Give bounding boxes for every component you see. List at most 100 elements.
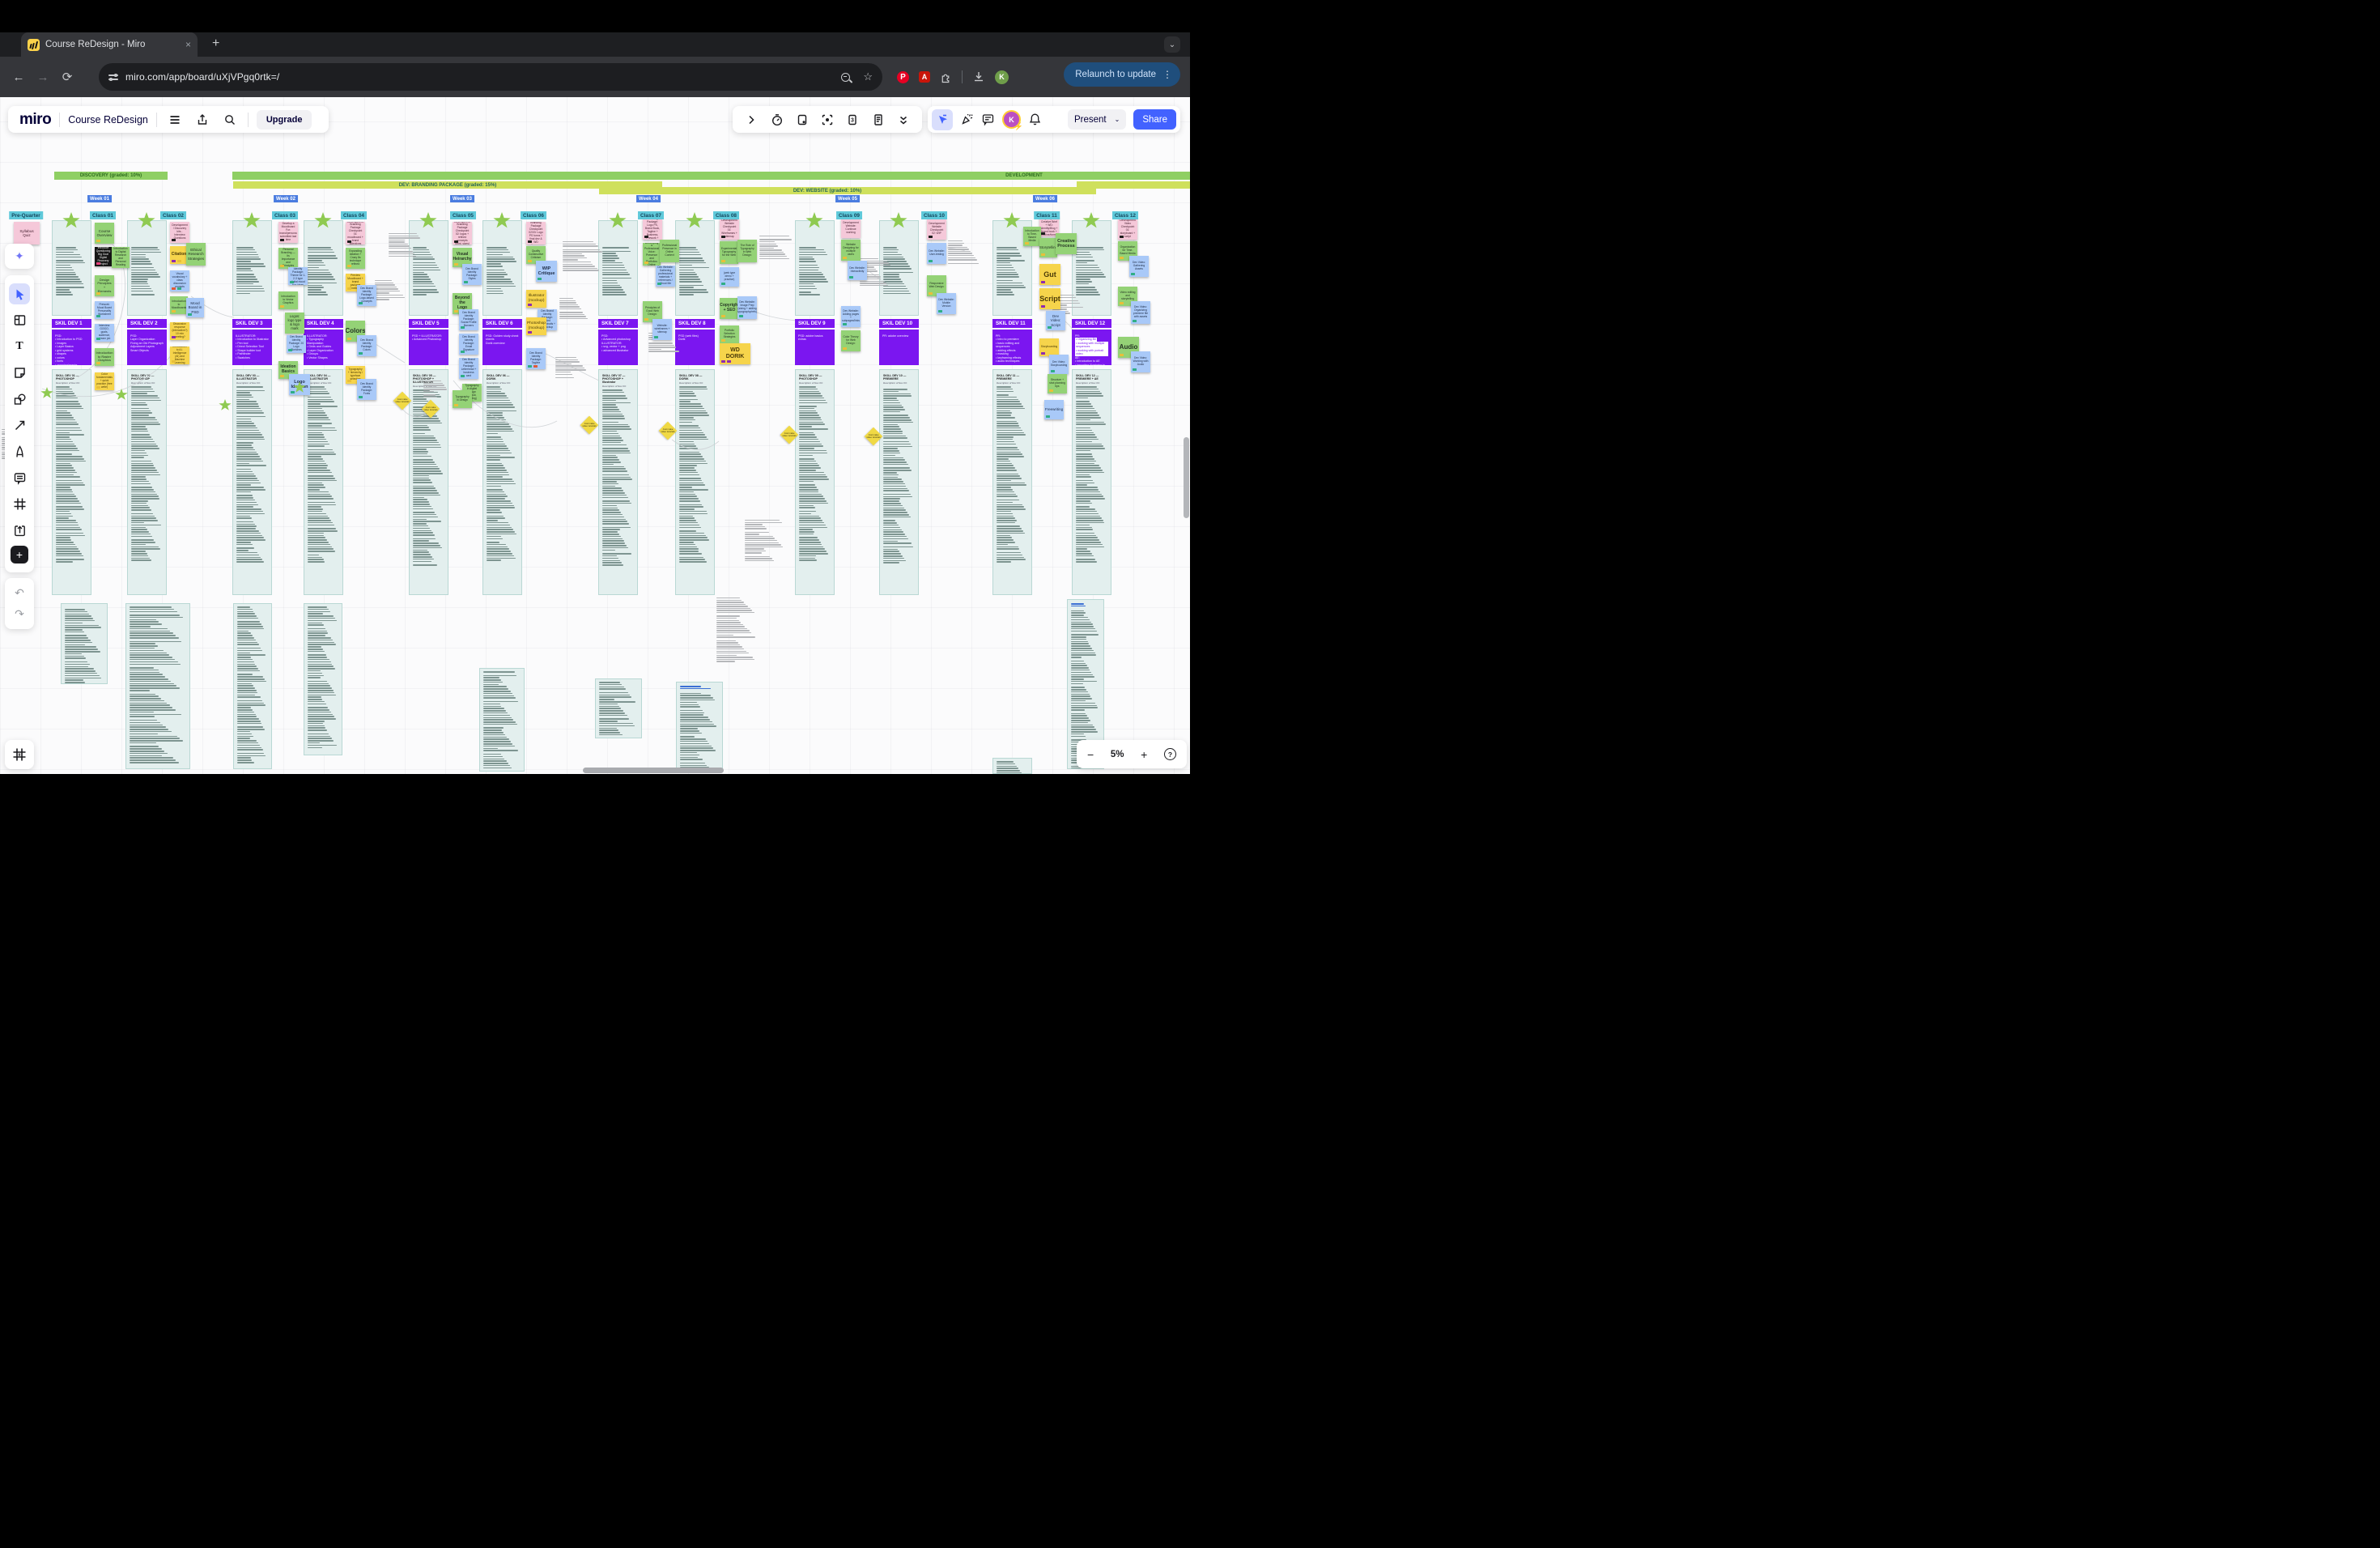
reactions-icon[interactable] xyxy=(960,113,974,126)
sticky-note[interactable]: Dev Website: Interactivity xyxy=(848,261,867,280)
browser-menu-icon[interactable]: ⋮ xyxy=(1162,69,1172,80)
shapes-tool[interactable] xyxy=(9,389,30,410)
skil-dev-header[interactable]: SKIL DEV 6 xyxy=(482,319,522,328)
sticky-note[interactable]: Portfolio Selection Strategies xyxy=(720,325,739,343)
reload-button[interactable]: ⟳ xyxy=(55,70,79,84)
follow-cursor-icon[interactable] xyxy=(932,109,953,130)
feedback-icon[interactable] xyxy=(981,113,995,126)
user-avatar[interactable]: K⚡ xyxy=(1002,110,1021,129)
timer-icon[interactable] xyxy=(771,113,784,126)
sticky-note[interactable]: Development Branding Package Checkpoint … xyxy=(453,222,472,245)
new-tab-button[interactable]: + xyxy=(212,36,219,51)
class-label[interactable]: Class 11 xyxy=(1034,211,1060,219)
zoom-level[interactable]: 5% xyxy=(1111,750,1124,759)
sticky-note[interactable]: Dev Brand Identity Package: Letterhead +… xyxy=(459,358,478,379)
sticky-note[interactable]: Discussion response (interactive?) 10 mi… xyxy=(170,322,189,340)
sticky-note[interactable]: Expanding Ideation + Crazy 8s technique … xyxy=(346,248,365,269)
handwriting-note[interactable] xyxy=(423,381,451,400)
sticky-note[interactable]: Dev Brand Identity Package: Social Profi… xyxy=(459,309,478,330)
sticky-note[interactable]: Dev Website: Gathering professional mate… xyxy=(656,266,675,287)
notes-icon[interactable] xyxy=(872,113,885,126)
sticky-note[interactable]: Dev Brand Identity Package: Colors xyxy=(357,335,376,356)
sticky-note[interactable]: WD DORIK xyxy=(720,343,750,364)
sticky-note[interactable]: Personal Branding — Its Importance and P… xyxy=(278,248,298,269)
class-label[interactable]: Class 12 xyxy=(1112,211,1138,219)
main-menu-icon[interactable] xyxy=(165,110,185,130)
sticky-note[interactable]: Develop a Moodboard For: brand/persona s… xyxy=(278,222,298,243)
sticky-note[interactable]: Creative Process xyxy=(1056,233,1077,254)
skil-dev-header[interactable]: SKIL DEV 2 xyxy=(127,319,167,328)
horizontal-scrollbar[interactable] xyxy=(583,768,724,773)
sticky-note[interactable]: Dev Video: Working with Audio xyxy=(1131,351,1150,372)
sticky-note[interactable]: Color fundamentals + quick practice (fre… xyxy=(95,372,114,390)
week-label[interactable]: Week 04 xyxy=(636,195,661,202)
sticky-note[interactable]: Dev Brand Identity Package: Logo-based c… xyxy=(357,285,376,306)
sticky-note[interactable]: Dev Video: Script xyxy=(1046,311,1065,330)
skil-dev-body[interactable]: PR:• Organizing file• working with multi… xyxy=(1072,330,1111,365)
handwriting-note[interactable] xyxy=(555,357,588,381)
class-label[interactable]: Class 08 xyxy=(713,211,739,219)
skil-dev-body[interactable]: PSD:• Introduction to PSD• Images• Layer… xyxy=(52,330,91,365)
templates-tool[interactable] xyxy=(9,310,30,331)
week-label[interactable]: Week 03 xyxy=(450,195,474,202)
skil-dev-header[interactable]: SKIL DEV 1 xyxy=(52,319,91,328)
class-label[interactable]: Class 04 xyxy=(341,211,367,219)
browser-tab[interactable]: Course ReDesign - Miro × xyxy=(21,32,198,57)
sticky-note[interactable]: Script xyxy=(1039,288,1060,309)
handwriting-note[interactable] xyxy=(389,233,423,257)
sticky-note[interactable]: Dev Website: Adding pages + subpages/lin… xyxy=(841,306,861,327)
skil-dev-body[interactable]: PSD + ILLUSTRATOR:• Advanced Photoshop xyxy=(409,330,448,365)
sticky-note[interactable]: Illustrator (mockup) xyxy=(526,290,546,308)
sticky-note[interactable]: Development Video Checkpoint 01: storybo… xyxy=(1118,219,1137,240)
class-label[interactable]: Class 05 xyxy=(450,211,476,219)
address-bar[interactable]: miro.com/app/board/uXjVPgq0rtk=/ ☆ xyxy=(99,63,882,91)
more-tools-chevrons-icon[interactable] xyxy=(897,113,910,126)
sticky-note-tool[interactable] xyxy=(9,363,30,384)
sticky-note[interactable]: Website Designing for multiple users xyxy=(841,240,861,261)
sticky-note[interactable]: Website: wireframes + sitemap xyxy=(652,319,672,340)
sticky-note[interactable]: Development Branding Package Checkpoint … xyxy=(526,222,546,245)
skil-dev-body[interactable]: PR: adobe overview xyxy=(879,330,919,365)
skil-dev-body[interactable]: PR:• Intro to premiere• basic editing an… xyxy=(992,330,1032,365)
sticky-note[interactable]: Development Branding Package: Logo PS, B… xyxy=(643,219,662,240)
skil-dev-header[interactable]: SKIL DEV 10 xyxy=(879,319,919,328)
comment-tool[interactable] xyxy=(9,467,30,488)
sticky-note[interactable]: Dev Brand Identity Package: Tagline xyxy=(526,348,546,369)
sticky-note[interactable]: Logos: logo type & logo mark xyxy=(285,313,304,334)
skil-dev-header[interactable]: SKIL DEV 4 xyxy=(304,319,343,328)
acrobat-extension-icon[interactable]: A xyxy=(919,71,930,83)
sticky-note[interactable]: Gut xyxy=(1039,264,1060,285)
tab-close-icon[interactable]: × xyxy=(185,40,191,49)
sticky-note[interactable]: Syllabus Quiz xyxy=(14,222,40,245)
sticky-note[interactable]: Introduction to Raster Graphics xyxy=(95,348,114,366)
sticky-note[interactable]: Typography in Design xyxy=(453,390,472,408)
share-button[interactable]: Share xyxy=(1133,109,1176,130)
estimation-icon[interactable]: 3 xyxy=(846,113,859,126)
sticky-note[interactable]: Dev Website: User-testing xyxy=(927,243,946,264)
skil-dev-body[interactable]: PSD: Golden study cheat sheetsDorik over… xyxy=(482,330,522,365)
sticky-note[interactable]: Introduction to Moodboards xyxy=(170,296,188,314)
tab-search-chevron-icon[interactable]: ⌄ xyxy=(1164,36,1180,53)
sticky-note[interactable]: Development Website Checkpoint 02: WIP xyxy=(927,219,946,240)
sticky-note[interactable]: WIP Critique xyxy=(536,261,557,282)
sticky-note[interactable]: Introduction to Time-Based Media xyxy=(1023,227,1041,246)
sticky-note[interactable]: Storyboarding xyxy=(1039,338,1059,356)
sticky-note[interactable]: Design Principles + Elements xyxy=(95,275,114,296)
sticky-note[interactable]: Development Branding Package Checkpoint … xyxy=(346,222,365,245)
add-more-tools-button[interactable]: + xyxy=(11,546,28,563)
skil-dev-body[interactable]: ILLUSTRATOR:• Typography Manipulation• G… xyxy=(304,330,343,365)
sticky-note[interactable]: Dev Brand Identity Package: Email Signat… xyxy=(459,334,478,355)
week-label[interactable]: Week 02 xyxy=(274,195,298,202)
sticky-note[interactable]: Prework: Mood Board Personality Workshee… xyxy=(95,301,114,319)
sticky-note[interactable]: Ethical Research Strategies xyxy=(186,243,206,266)
sticky-note[interactable]: Dev Video: Storyboarding xyxy=(1049,355,1069,374)
frames-panel-button[interactable] xyxy=(5,740,34,769)
vertical-scrollbar[interactable] xyxy=(1184,437,1189,518)
handwriting-note[interactable] xyxy=(375,278,407,300)
frame-tool[interactable] xyxy=(9,494,30,515)
skil-dev-body[interactable]: PSD (web files)Dorik xyxy=(675,330,715,365)
help-button[interactable]: ? xyxy=(1164,748,1176,760)
sticky-note[interactable]: Interview: GOGO, goals, audience, dream … xyxy=(95,324,114,342)
browser-profile-avatar[interactable]: K xyxy=(995,70,1009,84)
board-title[interactable]: Course ReDesign xyxy=(68,114,148,125)
